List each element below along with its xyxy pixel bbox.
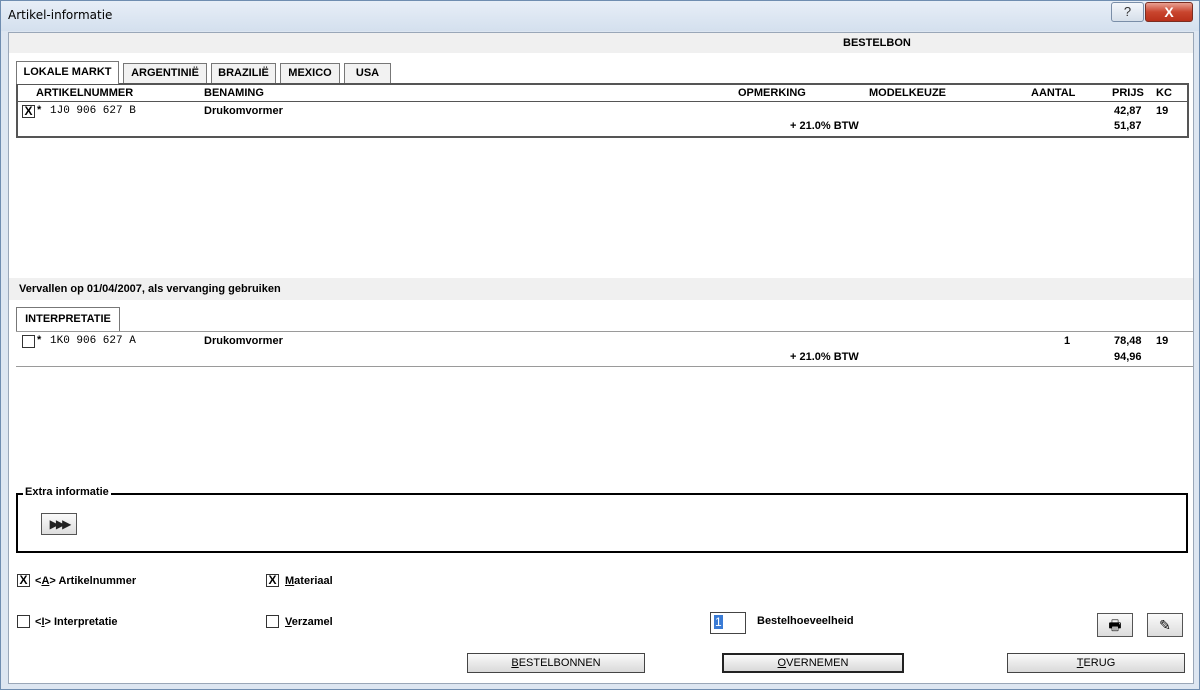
- close-button[interactable]: X: [1145, 2, 1193, 22]
- button-label: VERNEMEN: [786, 657, 849, 669]
- hotkey: V: [285, 616, 292, 628]
- divider: [16, 331, 1193, 332]
- order-grid: ARTIKELNUMMER BENAMING OPMERKING MODELKE…: [16, 83, 1189, 138]
- artikelnummer-label: <A> Artikelnummer: [35, 575, 136, 587]
- dialog-window: Artikel-informatie ? X BESTELBON LOKALE …: [0, 0, 1200, 690]
- materiaal-label: Materiaal: [285, 575, 333, 587]
- title-bar: Artikel-informatie ? X: [1, 1, 1199, 31]
- dialog-content: BESTELBON LOKALE MARKT ARGENTINIË BRAZIL…: [8, 32, 1194, 684]
- expand-arrows-icon[interactable]: ▶▶▶: [41, 513, 77, 535]
- col-benaming: BENAMING: [204, 87, 264, 99]
- divider: [16, 366, 1193, 367]
- col-aantal: AANTAL: [1031, 87, 1076, 99]
- label-rest: ateriaal: [294, 575, 333, 587]
- row-price-incl: 94,96: [1114, 351, 1142, 363]
- window-title: Artikel-informatie: [8, 8, 113, 22]
- row-kc: 19: [1156, 335, 1169, 347]
- print-icon[interactable]: 🖶: [1097, 613, 1133, 637]
- tab-interpretatie[interactable]: INTERPRETATIE: [16, 307, 120, 331]
- hotkey: M: [285, 575, 295, 587]
- label-rest: erzamel: [291, 616, 333, 628]
- row-checkbox[interactable]: [22, 335, 35, 348]
- order-heading: BESTELBON: [843, 37, 911, 49]
- interpretatie-label: <I> Interpretatie: [35, 616, 118, 628]
- bestelbonnen-button[interactable]: BESTELBONNEN: [467, 653, 645, 673]
- hotkey: B: [511, 657, 519, 669]
- label-suffix: > Artikelnummer: [49, 575, 137, 587]
- extra-info-group: Extra informatie ▶▶▶: [16, 486, 1188, 553]
- button-label: ESTELBONNEN: [518, 657, 601, 669]
- artikelnummer-checkbox[interactable]: X: [17, 574, 30, 587]
- col-opmerking: OPMERKING: [738, 87, 806, 99]
- col-kc: KC: [1156, 87, 1172, 99]
- row-checkbox[interactable]: X: [22, 105, 35, 118]
- interpretatie-checkbox[interactable]: [17, 615, 30, 628]
- edit-icon[interactable]: ✎: [1147, 613, 1183, 637]
- col-artikelnummer: ARTIKELNUMMER: [36, 87, 134, 99]
- row-part-number: 1K0 906 627 A: [50, 335, 136, 347]
- row-price-incl: 51,87: [1114, 120, 1142, 132]
- tab-usa[interactable]: USA: [344, 63, 391, 83]
- label-suffix: > Interpretatie: [44, 616, 118, 628]
- row-price: 42,87: [1114, 105, 1142, 117]
- replacement-notice: Vervallen op 01/04/2007, als vervanging …: [19, 283, 281, 295]
- tab-lokale-markt[interactable]: LOKALE MARKT: [16, 61, 119, 84]
- col-prijs: PRIJS: [1112, 87, 1144, 99]
- row-vat-label: + 21.0% BTW: [790, 120, 859, 132]
- extra-info-legend: Extra informatie: [23, 486, 111, 498]
- tab-argentinie[interactable]: ARGENTINIË: [123, 63, 207, 83]
- row-name: Drukomvormer: [204, 105, 283, 117]
- materiaal-checkbox[interactable]: X: [266, 574, 279, 587]
- col-modelkeuze: MODELKEUZE: [869, 87, 946, 99]
- row-price: 78,48: [1114, 335, 1142, 347]
- quantity-label: Bestelhoeveelheid: [757, 615, 854, 627]
- row-quantity: 1: [1064, 335, 1071, 347]
- help-button[interactable]: ?: [1111, 2, 1144, 22]
- tab-mexico[interactable]: MEXICO: [280, 63, 340, 83]
- row-kc: 19: [1156, 105, 1169, 117]
- tab-brazilie[interactable]: BRAZILIË: [211, 63, 276, 83]
- verzamel-checkbox[interactable]: [266, 615, 279, 628]
- overnemen-button[interactable]: OVERNEMEN: [722, 653, 904, 673]
- hotkey: O: [777, 657, 787, 669]
- row-part-number: 1J0 906 627 B: [50, 105, 136, 117]
- quantity-input[interactable]: 1: [710, 612, 746, 634]
- order-grid-header: ARTIKELNUMMER BENAMING OPMERKING MODELKE…: [18, 85, 1187, 102]
- verzamel-label: Verzamel: [285, 616, 333, 628]
- row-star: *: [37, 334, 42, 346]
- row-vat-label: + 21.0% BTW: [790, 351, 859, 363]
- row-name: Drukomvormer: [204, 335, 283, 347]
- terug-button[interactable]: TERUG: [1007, 653, 1185, 673]
- order-header-band: BESTELBON: [9, 33, 1193, 53]
- row-star: *: [37, 104, 42, 116]
- button-label: ERUG: [1083, 657, 1116, 669]
- quantity-value: 1: [714, 615, 723, 629]
- replacement-notice-band: Vervallen op 01/04/2007, als vervanging …: [9, 278, 1193, 300]
